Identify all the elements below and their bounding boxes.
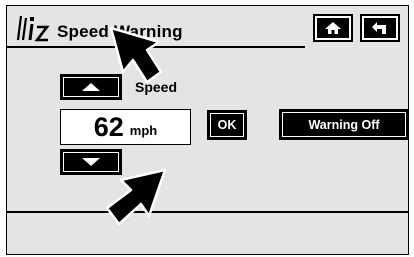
speed-unit: mph — [129, 122, 158, 138]
speed-warning-screen: Speed Warning Speed 62 mph OK Warning Of… — [6, 5, 409, 255]
menu-list-icon — [17, 15, 50, 42]
speed-value: 62 — [93, 111, 124, 142]
home-icon — [325, 22, 341, 34]
pointer-arrow-icon — [105, 168, 167, 226]
speed-field: 62 mph — [60, 109, 191, 145]
header: Speed Warning — [7, 6, 408, 54]
footer-divider — [7, 211, 408, 213]
warning-off-button[interactable]: Warning Off — [279, 109, 408, 140]
back-button[interactable] — [360, 14, 400, 42]
triangle-down-icon — [82, 158, 100, 166]
ok-button-face: OK — [210, 113, 244, 137]
home-button[interactable] — [313, 14, 353, 42]
back-button-face — [364, 18, 396, 38]
home-button-face — [317, 18, 349, 38]
triangle-up-icon — [82, 83, 100, 91]
pointer-arrow-icon — [109, 26, 163, 84]
warning-off-button-label: Warning Off — [308, 117, 380, 132]
warning-off-button-face: Warning Off — [282, 112, 406, 137]
ok-button-label: OK — [217, 118, 237, 132]
ok-button[interactable]: OK — [207, 110, 247, 140]
back-arrow-icon — [372, 22, 386, 34]
